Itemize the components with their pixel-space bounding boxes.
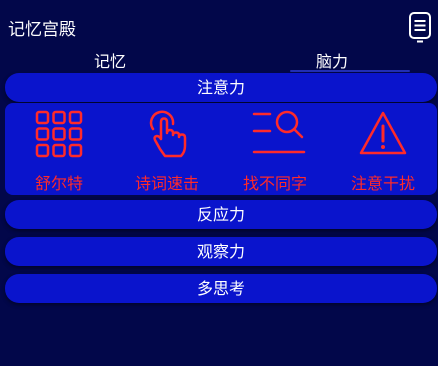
game-attention-interference[interactable]: 注意干扰 — [329, 103, 437, 195]
game-label: 注意干扰 — [350, 174, 415, 193]
list-icon — [409, 12, 431, 43]
tab-memory[interactable]: 记忆 — [94, 48, 126, 72]
section-thinking[interactable]: 多思考 — [5, 274, 437, 303]
game-label: 诗词速击 — [134, 174, 199, 193]
tab-bar: 记忆 脑力 — [0, 46, 438, 72]
game-label: 找不同字 — [242, 174, 307, 193]
game-poetry-tap[interactable]: 诗词速击 — [113, 103, 221, 195]
tab-indicator — [290, 70, 410, 72]
section-reaction[interactable]: 反应力 — [5, 200, 437, 229]
tab-brainpower[interactable]: 脑力 — [316, 48, 348, 72]
game-find-different[interactable]: 找不同字 — [221, 103, 329, 195]
game-schulte[interactable]: 舒尔特 — [5, 103, 113, 195]
attention-games-panel: 舒尔特 诗词速击 找不同字 注意干扰 — [5, 103, 437, 195]
header: 记忆宫殿 — [0, 0, 438, 48]
tap-hand-icon — [149, 110, 187, 158]
warning-icon — [359, 111, 407, 155]
app-title: 记忆宫殿 — [8, 20, 76, 40]
section-observation[interactable]: 观察力 — [5, 237, 437, 266]
game-label: 舒尔特 — [34, 174, 83, 193]
search-list-icon — [252, 110, 306, 154]
section-attention[interactable]: 注意力 — [5, 73, 437, 102]
grid-icon — [35, 110, 83, 158]
menu-button[interactable] — [408, 11, 432, 44]
